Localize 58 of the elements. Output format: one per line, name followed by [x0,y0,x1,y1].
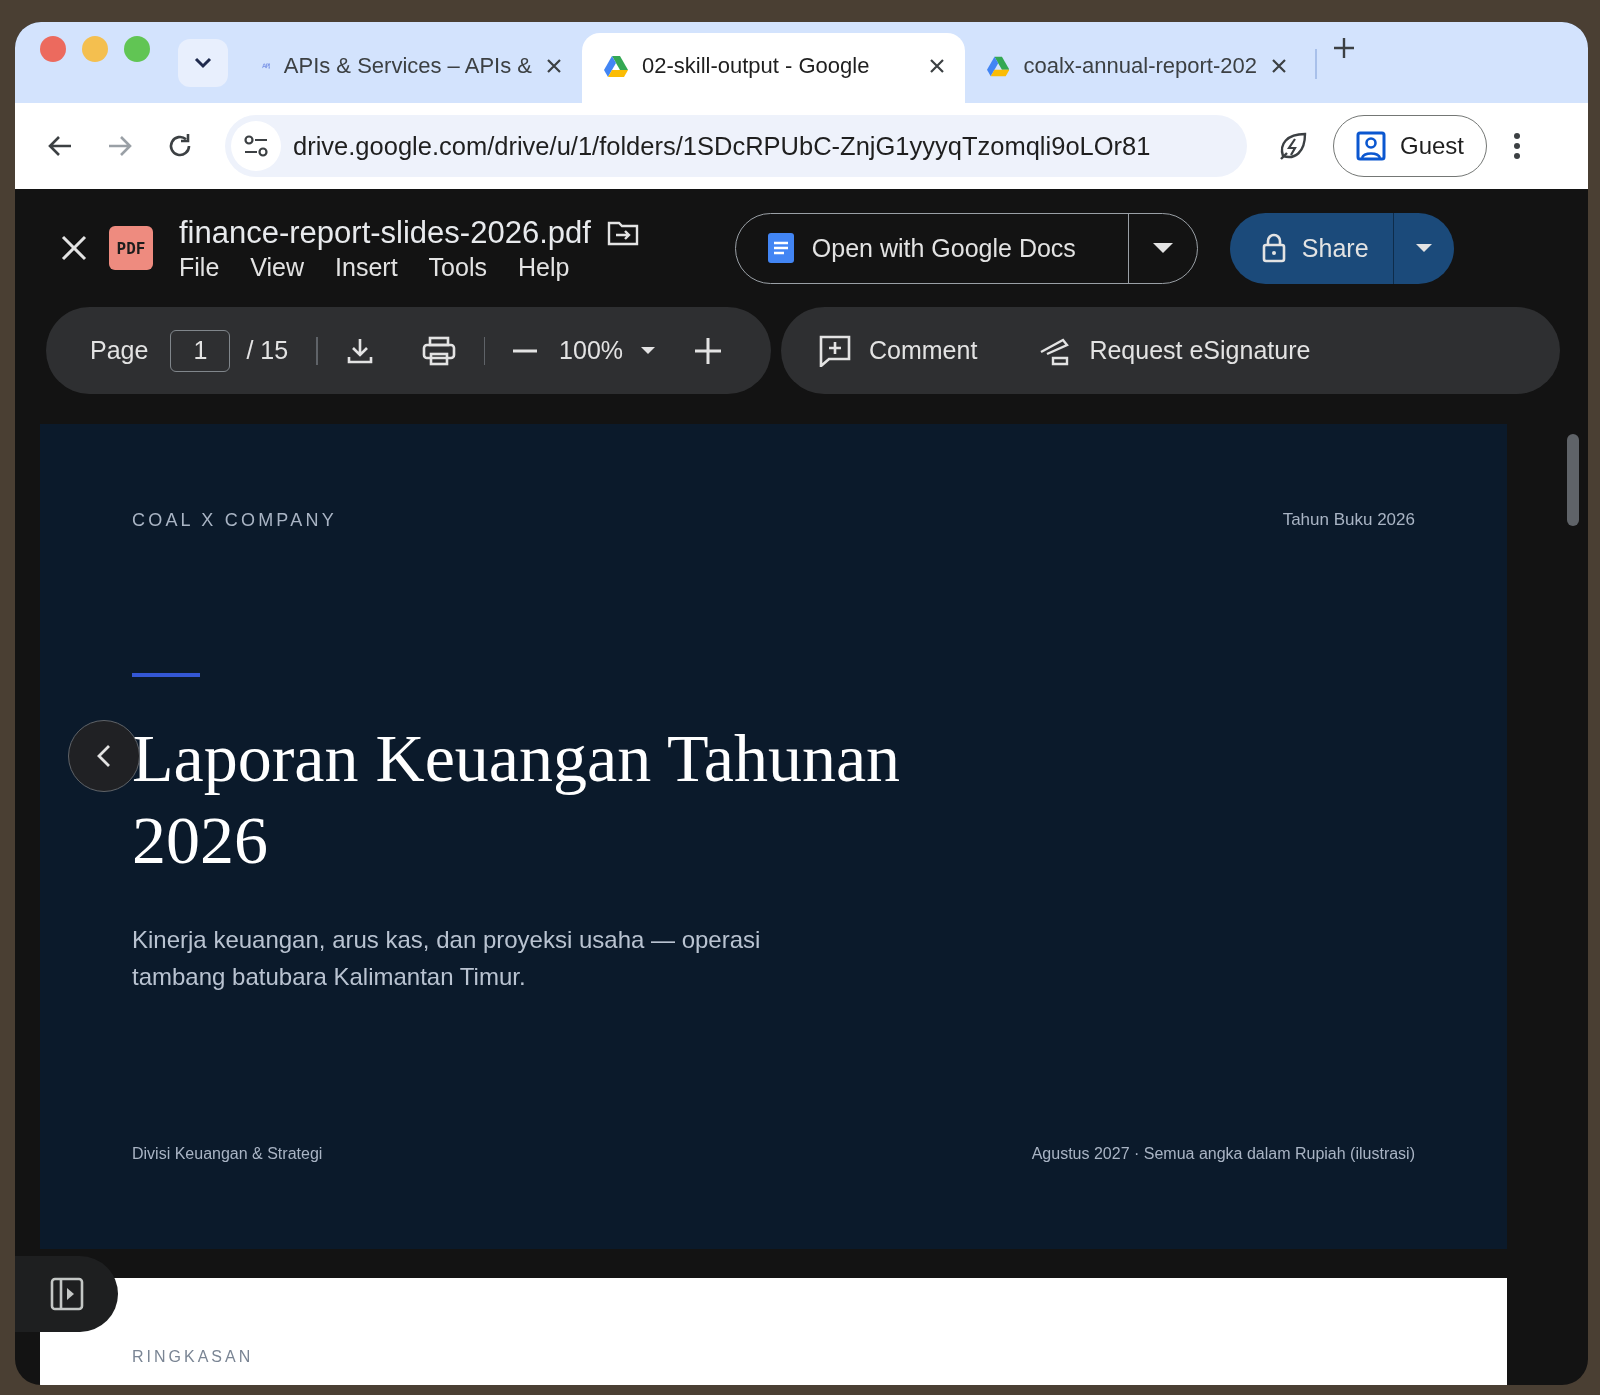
close-icon[interactable] [1271,58,1287,74]
pdf-file-icon: PDF [109,226,153,270]
lock-icon [1261,233,1286,263]
close-icon[interactable] [929,58,945,74]
file-title: finance-report-slides-2026.pdf [179,214,591,251]
company-name: COAL X COMPANY [132,510,337,531]
side-panel-icon [49,1277,84,1311]
zoom-in-plus-icon[interactable] [695,337,722,364]
new-tab-plus-icon[interactable] [1333,36,1355,59]
zoom-out-minus-icon[interactable] [513,348,538,353]
comment-button[interactable]: Comment [819,334,978,367]
page-label: Page [90,336,149,365]
tab-title: coalx-annual-report-202 [1023,53,1257,79]
menu-item[interactable]: View [250,252,305,282]
close-icon[interactable] [546,58,562,74]
tab-title: 02-skill-output - Google [642,53,870,79]
page-number-field[interactable]: 1 [170,329,231,372]
sidebar-toggle-button[interactable] [15,1256,118,1332]
share-label: Share [1301,233,1369,263]
browser-tab[interactable]: coalx-annual-report-202 [965,33,1307,103]
caret-down-icon[interactable] [641,347,656,354]
menu-item[interactable]: Help [517,252,570,282]
drive-triangle-icon [604,55,628,77]
fiscal-year: Tahun Buku 2026 [1282,510,1415,531]
tab-list-button[interactable] [178,38,228,87]
download-icon[interactable] [345,336,374,365]
zoom-level[interactable]: 100% [559,336,624,365]
more-vert-icon[interactable] [1513,133,1522,159]
document-icon [767,233,794,263]
tab-title: APIs & Services – APIs & [283,53,532,79]
share-button[interactable]: Share [1229,212,1454,284]
menu-item[interactable]: Insert [335,252,398,282]
url-text: drive.google.com/drive/u/1/folders/1SDcRPUbC-ZnjG1yyyqTzomqli9oLOr81 [293,131,1151,161]
browser-tab[interactable]: 02-skill-output - Google [582,33,965,103]
slide-subtitle: Kinerja keuangan, arus kas, dan proyeksi usaha — operasi tambang batubara Kalimantan Timur. [132,925,762,992]
open-with-label: Open with Google Docs [811,233,1076,263]
profile-button[interactable]: Guest [1333,115,1488,177]
add-comment-icon [819,334,851,367]
tune-icon[interactable] [243,134,269,158]
chevron-left-icon [97,744,111,768]
footer-text: Divisi Keuangan & Strategi [132,1145,323,1163]
caret-down-icon[interactable] [1152,243,1173,253]
address-bar[interactable]: drive.google.com/drive/u/1/folders/1SDcRPUbC-ZnjG1yyyqTzomqli9oLOr81 [225,115,1247,177]
request-esignature-button[interactable]: Request eSignature [1039,335,1311,366]
move-to-folder-icon[interactable] [606,219,639,246]
menu-item[interactable]: File [179,252,220,282]
menu-item[interactable]: Tools [428,252,487,282]
chevron-down-icon [194,56,212,69]
footer-text: Agustus 2027 · Semua angka dalam Rupiah (ilustrasi) [1031,1145,1415,1163]
person-icon [1356,131,1386,161]
drive-triangle-icon [987,55,1010,77]
print-icon[interactable] [421,335,456,366]
browser-tab[interactable]: APIs & Services – APIs & [240,33,582,103]
scrollbar-thumb[interactable] [1567,434,1579,526]
section-heading: RINGKASAN [132,1348,255,1366]
slide-title: Laporan Keuangan Tahunan 2026 [132,719,902,880]
caret-down-icon[interactable] [1415,244,1432,252]
page-total: / 15 [246,336,289,365]
